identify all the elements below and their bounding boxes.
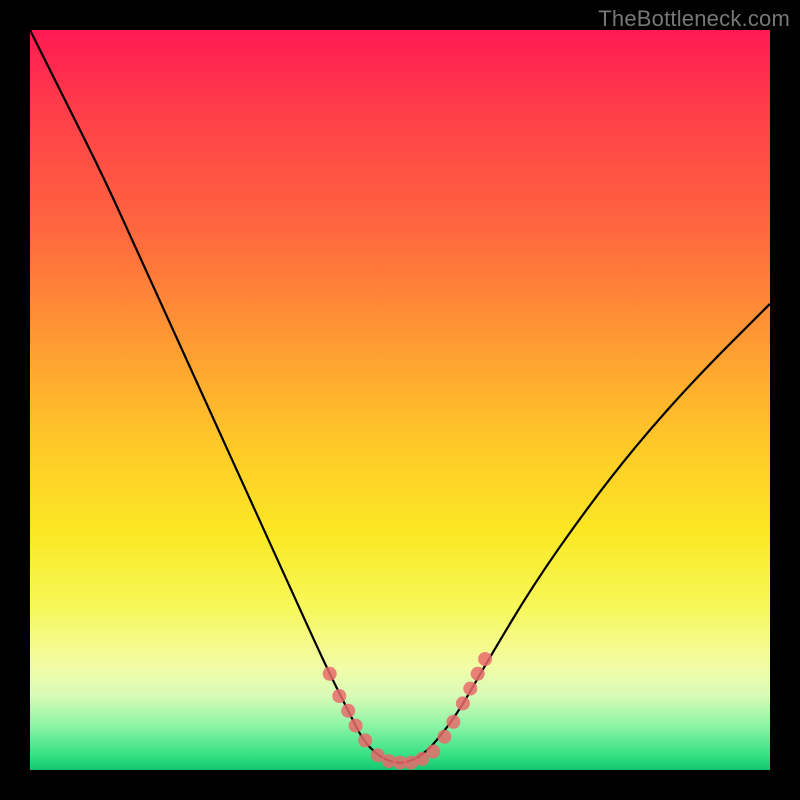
curve-marker [463, 682, 477, 696]
chart-plot-area [30, 30, 770, 770]
curve-marker [341, 704, 355, 718]
curve-marker [349, 719, 363, 733]
curve-markers [323, 652, 492, 770]
chart-svg [30, 30, 770, 770]
curve-marker [323, 667, 337, 681]
curve-marker [478, 652, 492, 666]
curve-marker [358, 733, 372, 747]
curve-marker [437, 730, 451, 744]
chart-frame: TheBottleneck.com [0, 0, 800, 800]
watermark-text: TheBottleneck.com [598, 6, 790, 32]
curve-marker [446, 715, 460, 729]
curve-marker [332, 689, 346, 703]
curve-marker [426, 745, 440, 759]
bottleneck-curve [30, 30, 770, 763]
curve-marker [471, 667, 485, 681]
curve-marker [456, 696, 470, 710]
